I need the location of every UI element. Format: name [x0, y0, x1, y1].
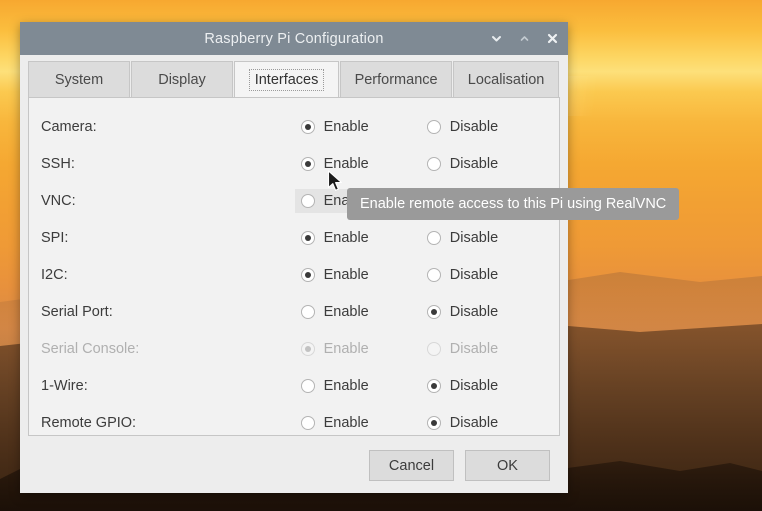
- camera-disable-label: Disable: [449, 118, 499, 135]
- row-label-camera: Camera:: [41, 118, 97, 135]
- camera-enable-option[interactable]: Enable: [295, 115, 421, 139]
- row-label-serial-console: Serial Console:: [41, 340, 140, 357]
- vnc-enable-label: Enable: [323, 192, 369, 209]
- tab-performance-label: Performance: [354, 71, 438, 88]
- ssh-enable-radio[interactable]: [300, 156, 315, 171]
- remote-gpio-disable-radio[interactable]: [426, 415, 441, 430]
- i2c-enable-label: Enable: [323, 266, 369, 283]
- row-label-spi: SPI:: [41, 229, 69, 246]
- ok-button[interactable]: OK: [465, 450, 550, 481]
- tab-system-label: System: [54, 71, 104, 88]
- tab-performance[interactable]: Performance: [340, 61, 453, 97]
- cancel-button[interactable]: Cancel: [369, 450, 454, 481]
- ssh-disable-radio[interactable]: [426, 156, 441, 171]
- serial-port-enable-radio[interactable]: [300, 304, 315, 319]
- i2c-enable-radio[interactable]: [300, 267, 315, 282]
- serial-console-disable-radio: [426, 341, 441, 356]
- serial-port-disable-radio[interactable]: [426, 304, 441, 319]
- one-wire-enable-option[interactable]: Enable: [295, 374, 421, 398]
- table-row: I2C: Enable Disable: [41, 256, 547, 293]
- table-row: Serial Console: Enable Disable: [41, 330, 547, 367]
- window-title: Raspberry Pi Configuration: [204, 30, 384, 47]
- serial-console-enable-label: Enable: [323, 340, 369, 357]
- tab-system[interactable]: System: [28, 61, 130, 97]
- row-label-vnc: VNC:: [41, 192, 76, 209]
- raspberry-pi-configuration-window: Raspberry Pi Configuration System Displa…: [20, 22, 568, 493]
- remote-gpio-disable-label: Disable: [449, 414, 499, 431]
- one-wire-enable-label: Enable: [323, 377, 369, 394]
- vnc-enable-radio[interactable]: [300, 193, 315, 208]
- vnc-disable-radio[interactable]: [426, 193, 441, 208]
- vnc-enable-option[interactable]: Enable: [294, 188, 421, 213]
- tab-bar: System Display Interfaces Performance Lo…: [20, 55, 568, 97]
- tab-localisation[interactable]: Localisation: [453, 61, 559, 97]
- one-wire-disable-option[interactable]: Disable: [421, 374, 547, 398]
- serial-console-enable-radio: [300, 341, 315, 356]
- vnc-disable-option[interactable]: Disable: [421, 189, 547, 213]
- ssh-disable-label: Disable: [449, 155, 499, 172]
- table-row: SSH: Enable Disable: [41, 145, 547, 182]
- camera-enable-label: Enable: [323, 118, 369, 135]
- window-controls: [489, 22, 559, 55]
- dialog-footer: Cancel OK: [20, 436, 568, 481]
- spi-enable-option[interactable]: Enable: [295, 226, 421, 250]
- tab-localisation-label: Localisation: [467, 71, 545, 88]
- spi-disable-radio[interactable]: [426, 230, 441, 245]
- close-icon[interactable]: [545, 32, 559, 46]
- chevron-down-icon[interactable]: [489, 32, 503, 46]
- table-row: Camera: Enable Disable: [41, 108, 547, 145]
- one-wire-disable-label: Disable: [449, 377, 499, 394]
- row-label-1-wire: 1-Wire:: [41, 377, 88, 394]
- row-label-remote-gpio: Remote GPIO:: [41, 414, 137, 431]
- ssh-disable-option[interactable]: Disable: [421, 152, 547, 176]
- remote-gpio-enable-label: Enable: [323, 414, 369, 431]
- row-label-serial-port: Serial Port:: [41, 303, 113, 320]
- camera-disable-radio[interactable]: [426, 119, 441, 134]
- i2c-enable-option[interactable]: Enable: [295, 263, 421, 287]
- one-wire-enable-radio[interactable]: [300, 378, 315, 393]
- table-row: SPI: Enable Disable: [41, 219, 547, 256]
- window-titlebar[interactable]: Raspberry Pi Configuration: [20, 22, 568, 55]
- camera-disable-option[interactable]: Disable: [421, 115, 547, 139]
- serial-console-disable-label: Disable: [449, 340, 499, 357]
- serial-console-enable-option: Enable: [295, 337, 421, 361]
- serial-port-disable-label: Disable: [449, 303, 499, 320]
- camera-enable-radio[interactable]: [300, 119, 315, 134]
- interfaces-panel: Camera: Enable Disable SSH: Enable Disab…: [28, 97, 560, 436]
- table-row: VNC: Enable Disable: [41, 182, 547, 219]
- serial-port-enable-option[interactable]: Enable: [295, 300, 421, 324]
- table-row: Serial Port: Enable Disable: [41, 293, 547, 330]
- spi-enable-radio[interactable]: [300, 230, 315, 245]
- chevron-up-icon[interactable]: [517, 32, 531, 46]
- ssh-enable-label: Enable: [323, 155, 369, 172]
- row-label-i2c: I2C:: [41, 266, 68, 283]
- spi-enable-label: Enable: [323, 229, 369, 246]
- tab-display-label: Display: [158, 71, 206, 88]
- remote-gpio-enable-option[interactable]: Enable: [295, 411, 421, 435]
- tab-interfaces[interactable]: Interfaces: [234, 61, 340, 97]
- vnc-disable-label: Disable: [449, 192, 499, 209]
- spi-disable-option[interactable]: Disable: [421, 226, 547, 250]
- serial-console-disable-option: Disable: [421, 337, 547, 361]
- tab-display[interactable]: Display: [131, 61, 233, 97]
- row-label-ssh: SSH:: [41, 155, 75, 172]
- i2c-disable-option[interactable]: Disable: [421, 263, 547, 287]
- remote-gpio-enable-radio[interactable]: [300, 415, 315, 430]
- serial-port-enable-label: Enable: [323, 303, 369, 320]
- i2c-disable-radio[interactable]: [426, 267, 441, 282]
- tab-interfaces-label: Interfaces: [248, 68, 325, 91]
- table-row: 1-Wire: Enable Disable: [41, 367, 547, 404]
- spi-disable-label: Disable: [449, 229, 499, 246]
- one-wire-disable-radio[interactable]: [426, 378, 441, 393]
- serial-port-disable-option[interactable]: Disable: [421, 300, 547, 324]
- ssh-enable-option[interactable]: Enable: [295, 152, 421, 176]
- table-row: Remote GPIO: Enable Disable: [41, 404, 547, 441]
- remote-gpio-disable-option[interactable]: Disable: [421, 411, 547, 435]
- i2c-disable-label: Disable: [449, 266, 499, 283]
